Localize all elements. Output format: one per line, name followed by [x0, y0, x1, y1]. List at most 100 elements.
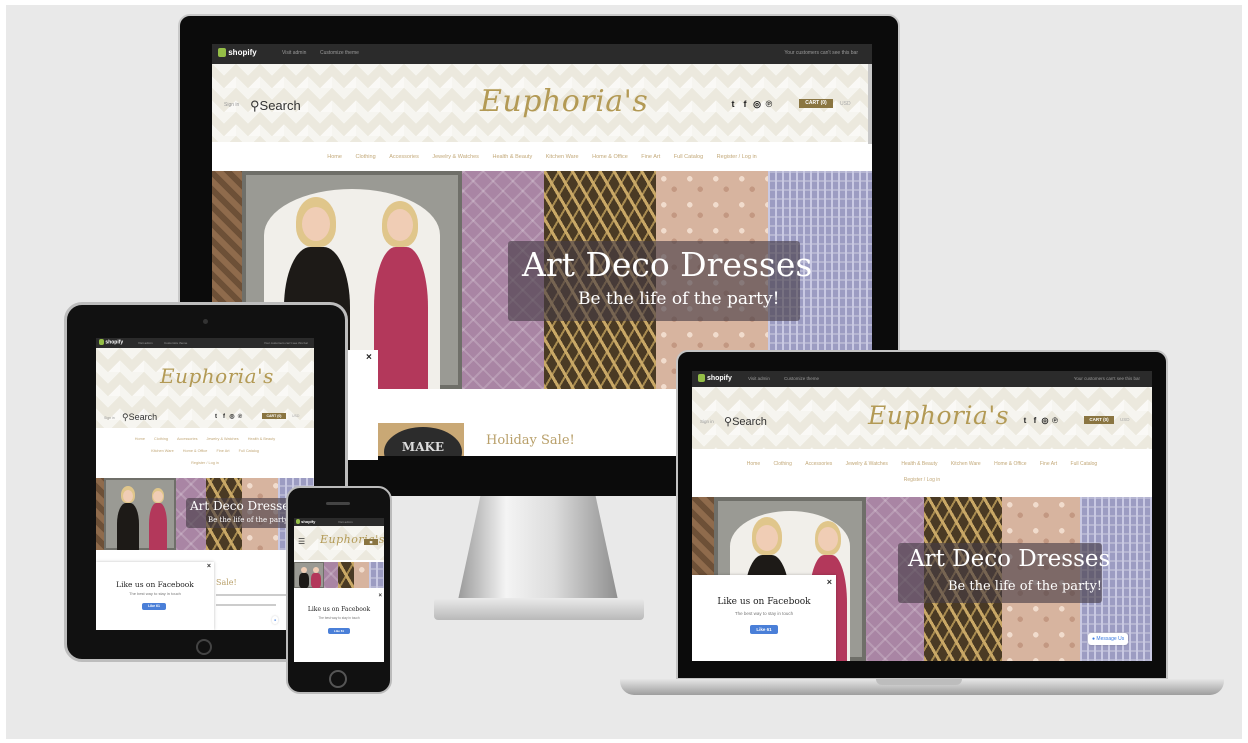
main-nav: Home Clothing Accessories Jewelry & Watc…	[692, 451, 1152, 495]
customize-theme-link[interactable]: Customize theme	[320, 50, 359, 56]
nav-item[interactable]: Home & Office	[994, 456, 1026, 472]
cart-button[interactable]: CART (0)	[262, 413, 286, 419]
social-links: t f ◎ ℗	[1020, 416, 1060, 425]
nav-item[interactable]: Clothing	[774, 456, 792, 472]
site-logo[interactable]: Euphoria's	[868, 401, 1009, 430]
nav-item[interactable]: Home	[747, 456, 760, 472]
nav-item[interactable]: Home & Office	[183, 445, 208, 457]
message-us-button[interactable]: ●	[272, 616, 279, 624]
scrollbar[interactable]	[868, 64, 872, 144]
nav-item[interactable]: Kitchen Ware	[151, 445, 174, 457]
customize-theme-link[interactable]: Customize theme	[164, 341, 187, 345]
nav-item[interactable]: Kitchen Ware	[951, 456, 981, 472]
fb-like-button[interactable]: Like 61	[328, 628, 350, 634]
nav-item[interactable]: Accessories	[177, 433, 197, 445]
visit-admin-link[interactable]: Visit admin	[282, 50, 306, 56]
shopify-logo[interactable]: shopify	[296, 519, 315, 525]
nav-item[interactable]: Home	[327, 144, 342, 170]
twitter-icon[interactable]: t	[212, 414, 220, 420]
nav-item[interactable]: Full Catalog	[1071, 456, 1098, 472]
pinterest-icon[interactable]: ℗	[763, 99, 775, 109]
tablet-camera	[203, 319, 208, 324]
nav-item[interactable]: Jewelry & Watches	[846, 456, 888, 472]
nav-item[interactable]: Clothing	[154, 433, 168, 445]
phone-home-button	[329, 670, 347, 688]
hero-banner[interactable]: Art Deco Dresses Be the life of the part…	[96, 478, 314, 550]
visit-admin-link[interactable]: Visit admin	[748, 376, 770, 381]
facebook-popup: × Like us on Facebook The best way to st…	[294, 592, 384, 662]
currency-selector[interactable]: USD	[292, 414, 299, 418]
facebook-popup: × Like us on Facebook The best way to st…	[692, 575, 836, 661]
instagram-icon[interactable]: ◎	[751, 99, 763, 110]
sign-in-link[interactable]: Sign in	[104, 416, 115, 420]
instagram-icon[interactable]: ◎	[228, 413, 236, 420]
nav-item[interactable]: Register / Log in	[191, 457, 219, 469]
search-link[interactable]: ⚲Search	[122, 412, 157, 423]
nav-item[interactable]: Home & Office	[592, 144, 628, 170]
nav-item[interactable]: Full Catalog	[239, 445, 259, 457]
fb-like-button[interactable]: Like 61	[750, 625, 778, 634]
search-icon: ⚲	[122, 412, 129, 422]
text-lines	[216, 594, 286, 596]
cart-button[interactable]: ▣	[364, 539, 378, 545]
nav-item[interactable]: Register / Log in	[904, 472, 940, 488]
instagram-icon[interactable]: ◎	[1040, 416, 1050, 425]
close-icon[interactable]: ×	[378, 593, 382, 599]
currency-selector[interactable]: USD	[1120, 417, 1130, 422]
nav-item[interactable]: Health & Beauty	[248, 433, 275, 445]
currency-selector[interactable]: USD	[840, 101, 851, 107]
pinterest-icon[interactable]: ℗	[236, 414, 244, 420]
facebook-icon[interactable]: f	[1030, 416, 1040, 425]
nav-item[interactable]: Fine Art	[641, 144, 660, 170]
nav-item[interactable]: Fine Art	[216, 445, 229, 457]
close-icon[interactable]: ×	[827, 577, 832, 587]
nav-item[interactable]: Register / Log in	[717, 144, 757, 170]
pinterest-icon[interactable]: ℗	[1050, 416, 1060, 425]
main-nav: Home Clothing Accessories Jewelry & Watc…	[96, 430, 314, 476]
facebook-popup: × Like us on Facebook The best way to st…	[96, 562, 214, 630]
showcase-stage: shopify Visit admin Customize theme Your…	[6, 5, 1242, 739]
customize-theme-link[interactable]: Customize theme	[784, 376, 819, 381]
search-link[interactable]: ⚲Search	[724, 415, 767, 428]
nav-item[interactable]: Accessories	[389, 144, 419, 170]
nav-item[interactable]: Clothing	[355, 144, 375, 170]
site-logo[interactable]: Euphoria's	[480, 84, 648, 119]
admin-notice: Your customers can't see this bar	[263, 341, 308, 345]
message-us-button[interactable]: ● Message Us	[1088, 633, 1129, 645]
nav-item[interactable]: Fine Art	[1040, 456, 1057, 472]
nav-item[interactable]: Health & Beauty	[901, 456, 937, 472]
close-icon[interactable]: ×	[366, 352, 372, 363]
visit-admin-link[interactable]: Visit admin	[138, 341, 153, 345]
sign-in-link[interactable]: Sign in	[700, 419, 714, 424]
hero-text-overlay: Art Deco Dresses Be the life of the part…	[898, 543, 1110, 603]
nav-item[interactable]: Kitchen Ware	[546, 144, 579, 170]
facebook-icon[interactable]: f	[220, 414, 228, 420]
model-left	[299, 566, 309, 588]
nav-item[interactable]: Jewelry & Watches	[207, 433, 239, 445]
visit-admin-link[interactable]: Visit admin	[338, 520, 353, 524]
cart-button[interactable]: CART (0)	[1084, 416, 1114, 424]
site-logo[interactable]: Euphoria's	[160, 364, 274, 388]
shopify-logo[interactable]: shopify	[218, 48, 257, 58]
twitter-icon[interactable]: t	[1020, 416, 1030, 425]
hero-banner[interactable]	[294, 562, 384, 588]
fb-like-button[interactable]: Like 61	[142, 603, 166, 610]
close-icon[interactable]: ×	[207, 563, 211, 570]
fb-popup-subtitle: The best way to stay in touch	[129, 591, 181, 596]
cart-button[interactable]: CART (0)	[799, 99, 833, 108]
nav-item[interactable]: Accessories	[805, 456, 832, 472]
sign-in-link[interactable]: Sign in	[224, 102, 239, 108]
holiday-sale-heading-partial: Sale!	[216, 578, 237, 587]
shopify-logo[interactable]: shopify	[698, 374, 732, 382]
nav-item[interactable]: Health & Beauty	[492, 144, 532, 170]
nav-item[interactable]: Home	[135, 433, 145, 445]
nav-item[interactable]: Full Catalog	[674, 144, 703, 170]
hero-mirror-image	[294, 562, 324, 588]
nav-item[interactable]: Jewelry & Watches	[432, 144, 479, 170]
shopify-logo[interactable]: shopify	[99, 339, 123, 345]
admin-bar: shopify Visit admin Customize theme Your…	[96, 338, 314, 348]
menu-icon[interactable]: ☰	[298, 537, 305, 546]
facebook-icon[interactable]: f	[739, 99, 751, 109]
search-link[interactable]: ⚲Search	[250, 98, 301, 114]
twitter-icon[interactable]: t	[727, 99, 739, 109]
